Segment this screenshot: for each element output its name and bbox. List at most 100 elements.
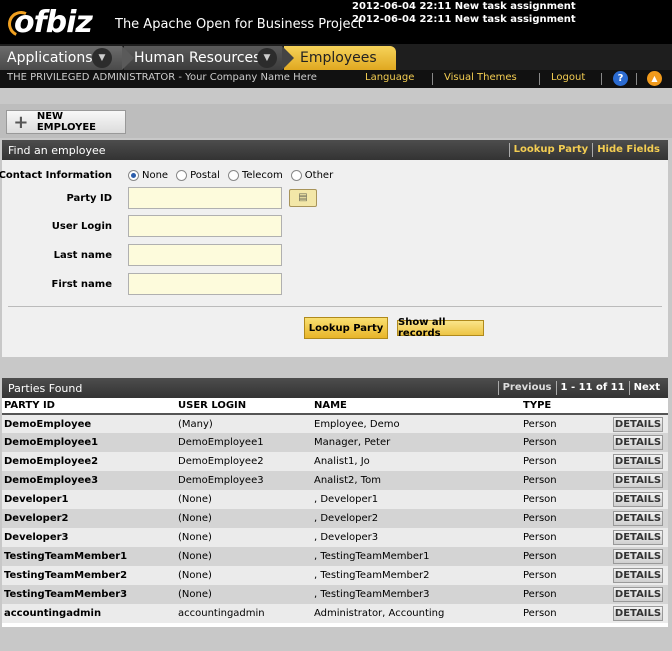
table-header-row: PARTY ID USER LOGIN NAME TYPE (2, 398, 668, 415)
party-id-link[interactable]: DemoEmployee2 (2, 452, 176, 471)
last-name-label: Last name (53, 249, 112, 261)
lookup-party-button[interactable]: Lookup Party (304, 317, 388, 339)
logo-text: ofbiz (14, 5, 93, 40)
details-button[interactable]: DETAILS (613, 587, 663, 602)
logout-link[interactable]: Logout (551, 72, 585, 83)
current-user: THE PRIVILEGED ADMINISTRATOR - Your Comp… (7, 72, 317, 83)
ofbiz-logo[interactable]: ofbiz (4, 4, 102, 41)
user-login-row: User Login (2, 215, 668, 237)
details-button[interactable]: DETAILS (613, 530, 663, 545)
divider (432, 73, 433, 85)
first-name-input[interactable] (128, 273, 282, 295)
type-cell: Person (521, 528, 611, 547)
details-button[interactable]: DETAILS (613, 473, 663, 488)
tab-human-resources[interactable]: Human Resources ▼ (124, 46, 294, 70)
collapse-icon[interactable]: ▲ (647, 71, 662, 86)
party-id-link[interactable]: Developer3 (2, 528, 176, 547)
parties-table: PARTY ID USER LOGIN NAME TYPE DemoEmploy… (2, 398, 668, 623)
party-id-link[interactable]: accountingadmin (2, 604, 176, 623)
radio-other-label: Other (304, 169, 334, 181)
party-id-link[interactable]: DemoEmployee1 (2, 433, 176, 452)
type-cell: Person (521, 490, 611, 509)
notification-item[interactable]: 2012-06-04 22:11 New task assignment (352, 13, 576, 26)
actions-cell: DETAILS (611, 471, 668, 490)
lookup-card-icon[interactable]: ▤ (289, 189, 317, 207)
user-login-cell: (None) (176, 490, 312, 509)
table-row: TestingTeamMember2 (None), TestingTeamMem… (2, 566, 668, 585)
table-row: DemoEmployee3 DemoEmployee3 Analist2, Tom P… (2, 471, 668, 490)
column-header-type[interactable]: TYPE (521, 398, 611, 415)
party-id-link[interactable]: Developer1 (2, 490, 176, 509)
party-id-link[interactable]: DemoEmployee3 (2, 471, 176, 490)
party-id-link[interactable]: TestingTeamMember2 (2, 566, 176, 585)
user-bar: THE PRIVILEGED ADMINISTRATOR - Your Comp… (0, 70, 672, 88)
details-button[interactable]: DETAILS (613, 511, 663, 526)
tab-human-resources-label: Human Resources (134, 50, 261, 66)
help-icon[interactable]: ? (613, 71, 628, 86)
masthead: ofbiz The Apache Open for Business Proje… (0, 0, 672, 44)
details-button[interactable]: DETAILS (613, 416, 663, 432)
radio-telecom[interactable]: Telecom (227, 169, 283, 181)
actions-cell: DETAILS (611, 604, 668, 623)
hide-fields-link[interactable]: Hide Fields (592, 143, 664, 157)
details-button[interactable]: DETAILS (613, 435, 663, 450)
details-button[interactable]: DETAILS (613, 454, 663, 469)
actions-cell: DETAILS (611, 452, 668, 471)
tab-employees[interactable]: Employees (284, 46, 396, 70)
column-header-name[interactable]: NAME (312, 398, 521, 415)
results-panel-title: Parties Found (8, 381, 83, 395)
type-cell: Person (521, 585, 611, 604)
column-header-party-id[interactable]: PARTY ID (2, 398, 176, 415)
user-login-input[interactable] (128, 215, 282, 237)
actions-cell: DETAILS (611, 566, 668, 585)
contact-info-radio-group: None Postal Telecom Other (128, 169, 341, 181)
contact-info-row: Contact Information None Postal Telecom … (0, 164, 668, 186)
radio-none[interactable]: None (128, 169, 169, 181)
type-cell: Person (521, 547, 611, 566)
name-cell: , TestingTeamMember3 (312, 585, 521, 604)
party-id-link[interactable]: DemoEmployee (2, 414, 176, 433)
party-id-link[interactable]: TestingTeamMember3 (2, 585, 176, 604)
divider (539, 73, 540, 85)
project-title: The Apache Open for Business Project (115, 17, 363, 32)
details-button[interactable]: DETAILS (613, 549, 663, 564)
visual-themes-link[interactable]: Visual Themes (444, 72, 517, 83)
party-id-input[interactable] (128, 187, 282, 209)
radio-postal[interactable]: Postal (176, 169, 220, 181)
type-cell: Person (521, 471, 611, 490)
radio-telecom-label: Telecom (241, 169, 283, 181)
name-cell: , TestingTeamMember2 (312, 566, 521, 585)
type-cell: Person (521, 452, 611, 471)
actions-cell: DETAILS (611, 490, 668, 509)
radio-other[interactable]: Other (290, 169, 334, 181)
notification-item[interactable]: 2012-06-04 22:11 New task assignment (352, 0, 576, 13)
tab-applications[interactable]: Applications ▼ (0, 46, 134, 70)
lookup-party-link[interactable]: Lookup Party (508, 143, 593, 157)
last-name-input[interactable] (128, 244, 282, 266)
radio-none-label: None (142, 169, 169, 181)
chevron-down-icon[interactable]: ▼ (257, 48, 277, 68)
notifications: 2012-06-04 22:11 New task assignment 201… (352, 0, 576, 26)
new-employee-button[interactable]: + NEW EMPLOYEE (6, 110, 126, 134)
first-name-label: First name (51, 278, 112, 290)
user-login-cell: accountingadmin (176, 604, 312, 623)
table-row: DemoEmployee1 DemoEmployee1 Manager, Peter… (2, 433, 668, 452)
previous-page-link[interactable]: Previous (497, 381, 556, 395)
radio-selected-icon (128, 169, 139, 181)
party-id-link[interactable]: TestingTeamMember1 (2, 547, 176, 566)
table-row: DemoEmployee (Many) Employee, Demo Person DE… (2, 414, 668, 433)
table-row: DemoEmployee2 DemoEmployee2 Analist1, Jo Pe… (2, 452, 668, 471)
details-button[interactable]: DETAILS (613, 568, 663, 583)
party-id-link[interactable]: Developer2 (2, 509, 176, 528)
name-cell: Analist2, Tom (312, 471, 521, 490)
next-page-link[interactable]: Next (628, 381, 664, 395)
last-name-row: Last name (2, 244, 668, 266)
type-cell: Person (521, 509, 611, 528)
column-header-user-login[interactable]: USER LOGIN (176, 398, 312, 415)
details-button[interactable]: DETAILS (613, 492, 663, 507)
name-cell: Administrator, Accounting (312, 604, 521, 623)
details-button[interactable]: DETAILS (613, 606, 663, 621)
language-link[interactable]: Language (365, 72, 414, 83)
chevron-down-icon[interactable]: ▼ (92, 48, 112, 68)
show-all-records-button[interactable]: Show all records (397, 317, 484, 339)
